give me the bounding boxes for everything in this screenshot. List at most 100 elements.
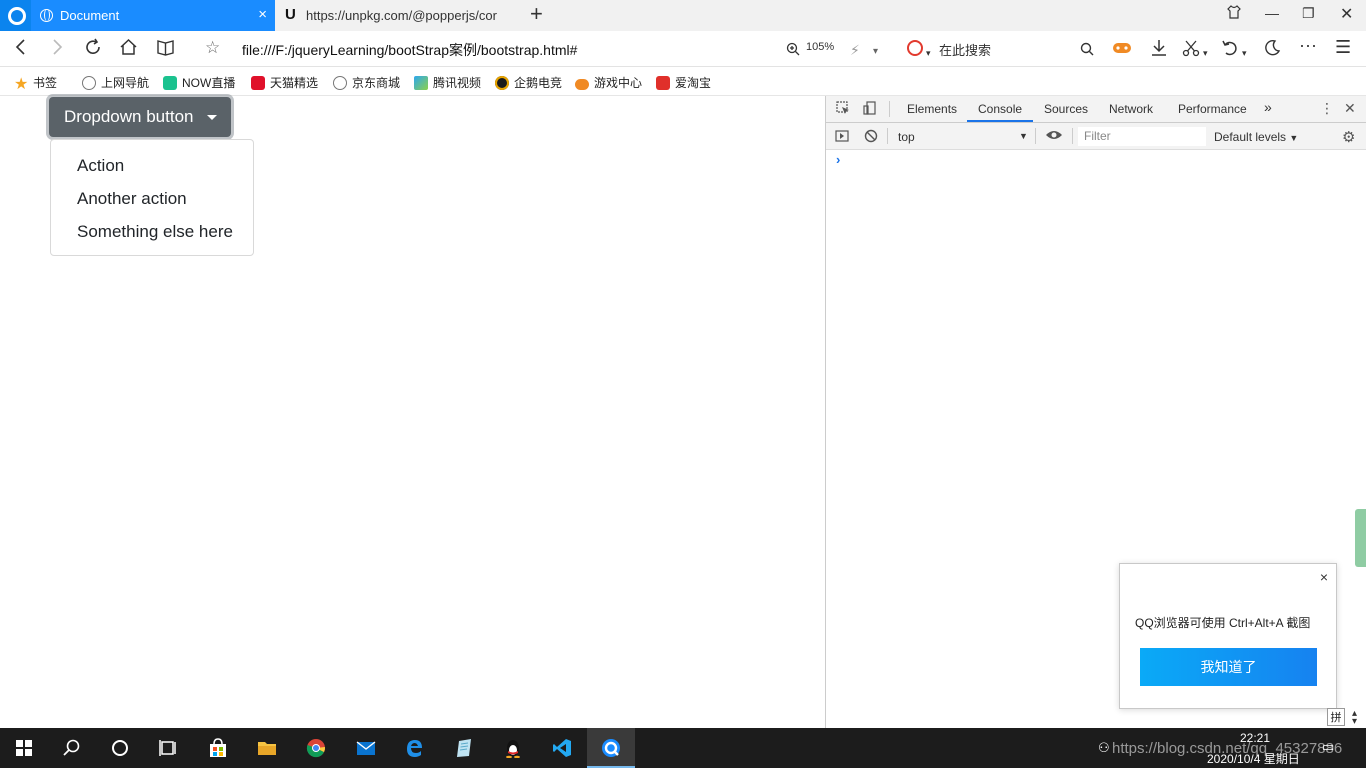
close-popup-icon[interactable]: × [1320,569,1328,585]
restore-icon[interactable]: ❐ [1302,5,1315,22]
dropdown-item-action[interactable]: Action [77,156,124,176]
search-engine-dropdown-icon[interactable]: ▾ [926,43,931,63]
back-icon[interactable] [14,38,28,60]
task-view-button[interactable] [144,728,192,768]
menu-hamburger-icon[interactable]: ☰ [1335,37,1351,57]
bookmark-item[interactable]: 企鹅电竞 [495,74,562,91]
forward-icon[interactable] [50,38,64,60]
context-dropdown-icon[interactable]: ▼ [1019,131,1028,141]
bookmark-item[interactable]: 京东商城 [333,74,400,91]
tab-performance[interactable]: Performance [1178,102,1247,116]
close-window-icon[interactable]: ✕ [1340,4,1353,24]
cortana-button[interactable] [96,728,144,768]
show-sidebar-icon[interactable] [835,129,849,146]
tab-title: https://unpkg.com/@popperjs/cor [306,8,497,23]
bookmark-item[interactable]: NOW直播 [163,74,235,91]
zoom-icon[interactable] [786,40,800,60]
now-icon [163,76,177,90]
log-levels-label: Default levels [1214,130,1287,144]
bookmark-item[interactable]: 爱淘宝 [656,74,711,91]
more-tabs-icon[interactable]: » [1264,99,1272,115]
bookmark-star-icon[interactable]: ☆ [205,38,220,58]
devtools-menu-icon[interactable]: ⋮ [1320,100,1334,117]
screenshot-scissors-icon[interactable] [1182,39,1200,61]
home-icon[interactable] [119,38,138,60]
undo-dropdown-icon[interactable]: ▾ [1242,43,1247,63]
tab-network[interactable]: Network [1109,102,1153,116]
unpkg-favicon-icon: U [285,6,296,23]
console-filter-input[interactable]: Filter [1078,127,1206,146]
dropdown-item-another-action[interactable]: Another action [77,189,187,209]
clock-time[interactable]: 22:21 [1240,731,1270,745]
popup-message: QQ浏览器可使用 Ctrl+Alt+A 截图 [1135,616,1311,630]
bookmark-item[interactable]: 上网导航 [82,74,149,91]
dropdown-item-something-else[interactable]: Something else here [77,222,233,242]
people-icon[interactable]: ⚇ [1098,740,1110,756]
file-explorer-app[interactable] [243,728,291,768]
night-mode-moon-icon[interactable] [1263,39,1281,61]
scissors-dropdown-icon[interactable]: ▾ [1203,43,1208,63]
ime-indicator[interactable]: 拼 [1327,708,1345,726]
live-expression-eye-icon[interactable] [1045,128,1063,145]
globe-icon [333,76,347,90]
chevron-down-icon[interactable]: ▾ [873,42,878,62]
reading-mode-icon[interactable] [156,38,175,60]
new-tab-icon[interactable]: + [530,3,543,25]
address-bar[interactable]: file:///F:/jqueryLearning/bootStrap案例/bo… [242,40,577,60]
kugou-app[interactable] [440,728,488,768]
tab-sources[interactable]: Sources [1044,102,1088,116]
inspect-element-icon[interactable] [836,101,850,118]
store-app[interactable] [194,728,242,768]
taskbar-search-button[interactable] [48,728,96,768]
side-scroll-handle[interactable] [1355,509,1366,567]
shirt-skin-icon[interactable] [1227,5,1241,22]
tab-title: Document [60,8,120,23]
got-it-button[interactable]: 我知道了 [1140,648,1317,686]
notification-icon[interactable]: ▭ [1322,739,1334,755]
clock-date[interactable]: 2020/10/4 星期日 [1207,750,1300,767]
bookmark-item[interactable]: 天猫精选 [251,74,318,91]
devtools-tab-strip: Elements Console Sources Network Perform… [826,96,1366,123]
download-icon[interactable] [1150,39,1168,61]
mail-app[interactable] [342,728,390,768]
qq-browser-app[interactable] [587,728,635,768]
vscode-app[interactable] [538,728,586,768]
search-input[interactable]: 在此搜索 [939,40,991,59]
bookmark-item[interactable]: 腾讯视频 [414,74,481,91]
tab-console[interactable]: Console [978,102,1022,116]
qq-app[interactable] [489,728,537,768]
game-icon[interactable] [1112,40,1132,60]
reload-icon[interactable] [84,38,102,60]
more-options-icon[interactable]: ··· [1299,35,1317,55]
console-settings-gear-icon[interactable]: ⚙ [1342,128,1355,146]
star-icon: ★ [14,76,29,93]
chrome-app[interactable] [292,728,340,768]
undo-icon[interactable] [1221,39,1239,61]
log-levels-dropdown[interactable]: Default levels ▼ [1214,130,1298,144]
close-devtools-icon[interactable]: ✕ [1344,100,1356,117]
dropdown-button[interactable]: Dropdown button [49,97,231,137]
tab-unpkg[interactable]: U https://unpkg.com/@popperjs/cor [278,0,520,31]
chrome-icon [306,739,326,758]
task-view-icon [159,740,176,756]
penguin-icon [495,76,509,90]
start-button[interactable] [0,728,48,768]
console-prompt[interactable]: › [836,152,840,167]
qq-browser-logo-icon[interactable] [0,0,31,31]
close-tab-icon[interactable]: × [258,6,267,24]
bookmark-item[interactable]: 游戏中心 [575,74,642,91]
bookmark-item[interactable]: ★ 书签 [14,74,57,93]
device-toolbar-icon[interactable] [863,101,877,118]
tab-document[interactable]: Document × [31,0,275,31]
search-icon[interactable] [1080,40,1094,60]
ime-arrows-icon[interactable]: ▴ ▾ [1352,709,1357,727]
tab-elements[interactable]: Elements [907,102,957,116]
zoom-level[interactable]: 105% [806,41,834,53]
edge-app[interactable] [390,728,438,768]
lightning-icon[interactable]: ⚡ [850,40,860,60]
context-selector[interactable]: top [898,130,915,144]
clear-console-icon[interactable] [864,129,878,146]
globe-icon [40,9,53,22]
sogou-search-icon[interactable] [907,40,923,56]
minimize-icon[interactable]: — [1265,5,1279,21]
